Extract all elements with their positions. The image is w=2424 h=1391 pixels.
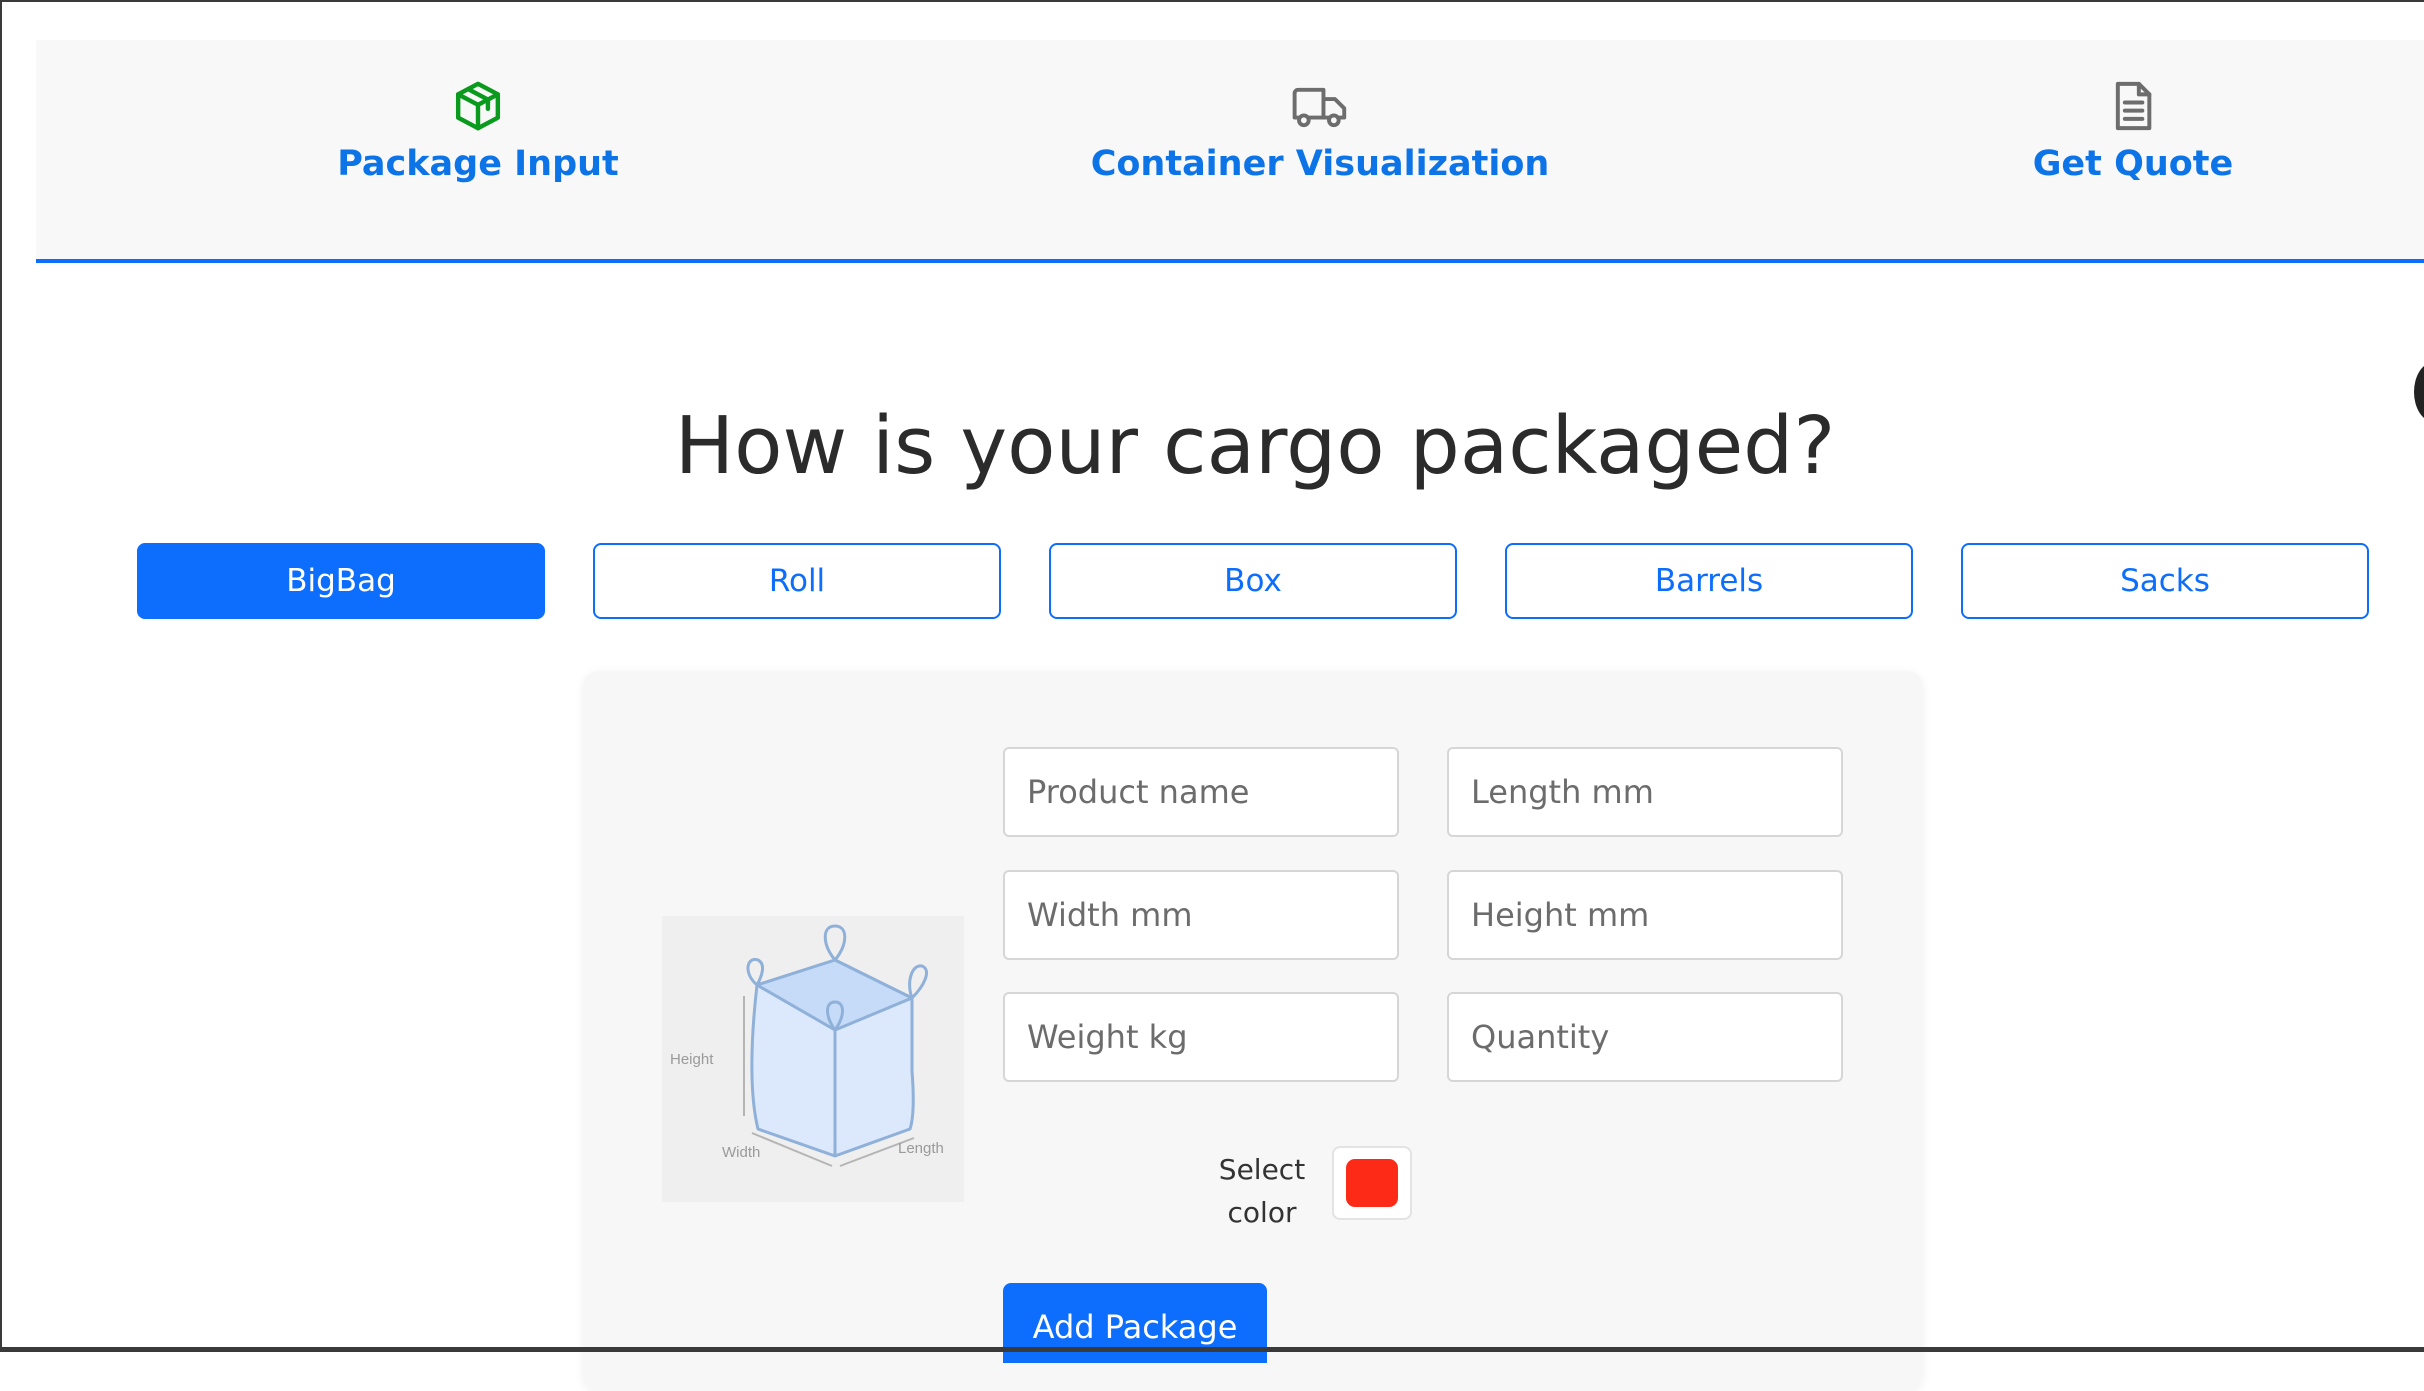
package-icon — [455, 81, 501, 131]
step-get-quote[interactable]: Get Quote — [1943, 78, 2323, 184]
color-swatch-fill — [1346, 1159, 1398, 1207]
weight-input[interactable] — [1003, 992, 1399, 1082]
step-package-input[interactable]: Package Input — [288, 78, 668, 184]
color-picker[interactable] — [1332, 1146, 1412, 1220]
step-container-visualization[interactable]: Container Visualization — [1070, 78, 1570, 184]
package-type-bigbag-button[interactable]: BigBag — [137, 543, 545, 619]
width-label: Width — [722, 1144, 760, 1161]
truck-icon — [1292, 87, 1347, 128]
package-type-sacks-button[interactable]: Sacks — [1961, 543, 2369, 619]
height-label: Height — [670, 1051, 714, 1068]
package-type-box-button[interactable]: Box — [1049, 543, 1457, 619]
height-input[interactable] — [1447, 870, 1843, 960]
progress-stepper: Package Input Container Visualization Ge… — [36, 40, 2424, 263]
length-input[interactable] — [1447, 747, 1843, 837]
package-type-barrels-button[interactable]: Barrels — [1505, 543, 1913, 619]
step-label: Container Visualization — [1090, 144, 1550, 184]
page-title: How is your cargo packaged? — [674, 400, 1836, 492]
product-name-input[interactable] — [1003, 747, 1399, 837]
length-label: Length — [898, 1140, 944, 1157]
document-icon — [2115, 81, 2152, 131]
package-type-roll-button[interactable]: Roll — [593, 543, 1001, 619]
window-frame-bottom — [0, 1347, 2424, 1352]
bigbag-illustration: Height Width Length — [662, 916, 964, 1202]
select-color-label-line: Select — [1218, 1153, 1306, 1186]
step-label: Package Input — [337, 144, 619, 184]
step-label: Get Quote — [2032, 144, 2234, 184]
quantity-input[interactable] — [1447, 992, 1843, 1082]
width-input[interactable] — [1003, 870, 1399, 960]
window-frame-top — [0, 0, 2424, 2]
window-frame-left — [0, 0, 2, 1352]
select-color-label: Select color — [1200, 1148, 1324, 1234]
select-color-label-line: color — [1227, 1196, 1297, 1229]
